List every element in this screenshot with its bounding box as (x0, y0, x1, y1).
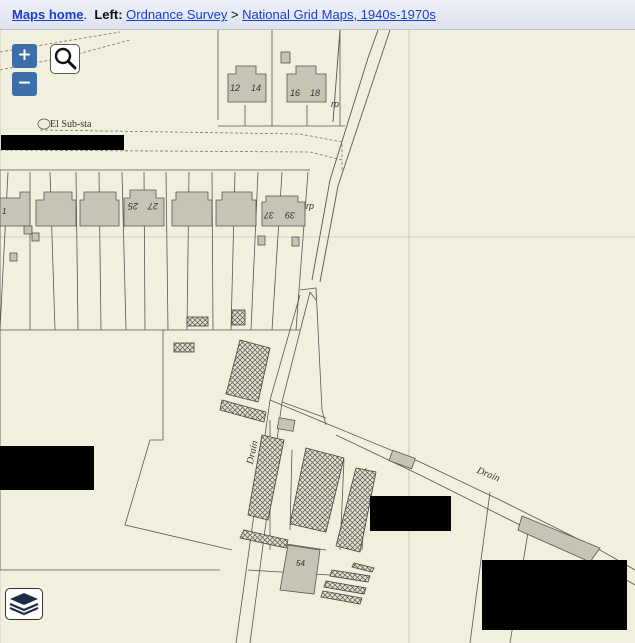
redaction-box (370, 496, 451, 531)
map-view[interactable]: 12 14 16 18 rp El Sub-sta 1 25 27 37 39 … (0, 30, 635, 643)
house-number-39: 39 (285, 210, 295, 220)
house-number-25: 25 (127, 201, 139, 211)
redaction-box (482, 560, 627, 630)
house-number-37: 37 (263, 210, 274, 220)
layers-icon (9, 593, 39, 616)
rp-label-lower: rp (306, 201, 314, 211)
house-number-27: 27 (147, 201, 159, 211)
breadcrumb-dot: . (83, 7, 95, 22)
ordnance-survey-link[interactable]: Ordnance Survey (126, 7, 227, 22)
house-number-18: 18 (310, 88, 320, 98)
house-number-14: 14 (251, 83, 261, 93)
breadcrumb-bar: Maps home. Left: Ordnance Survey > Natio… (0, 0, 635, 30)
maps-home-link[interactable]: Maps home (12, 7, 84, 22)
breadcrumb-separator: > (230, 7, 239, 22)
left-label: Left: (94, 7, 123, 22)
house-number-12: 12 (230, 83, 240, 93)
house-number-54: 54 (296, 559, 305, 568)
zoom-out-button[interactable]: − (12, 72, 37, 96)
layers-button[interactable] (5, 588, 43, 620)
search-button[interactable] (50, 44, 80, 74)
house-number-16: 16 (290, 88, 300, 98)
redaction-box (1, 135, 124, 150)
redaction-box (0, 446, 94, 490)
national-grid-maps-link[interactable]: National Grid Maps, 1940s-1970s (242, 7, 436, 22)
magnifier-icon (54, 47, 77, 70)
house-number-1: 1 (2, 207, 6, 216)
substation-label: El Sub-sta (50, 119, 92, 130)
zoom-in-button[interactable]: + (12, 44, 37, 68)
